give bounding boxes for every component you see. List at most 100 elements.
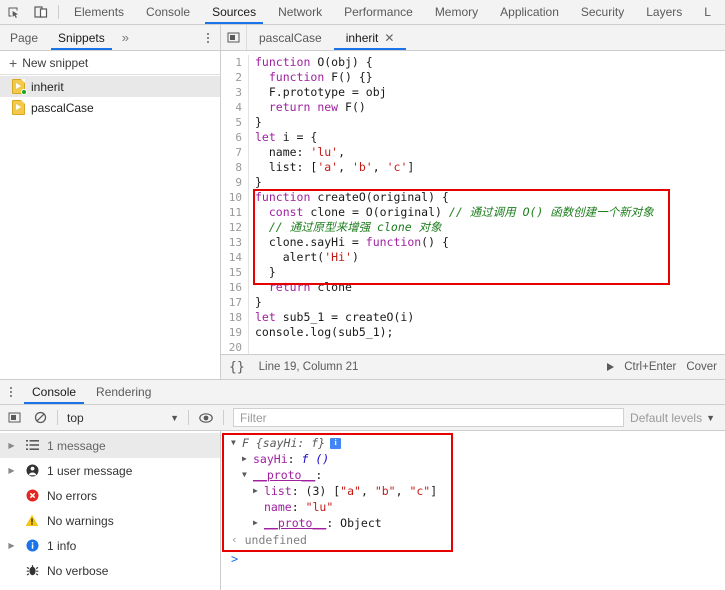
tab-sources[interactable]: Sources bbox=[201, 0, 267, 24]
code-line: 10 function createO(original) { bbox=[221, 190, 725, 205]
property-token: name bbox=[264, 500, 292, 514]
line-number[interactable]: 4 bbox=[221, 100, 249, 115]
collapse-navigator-icon[interactable] bbox=[221, 25, 247, 50]
line-number[interactable]: 13 bbox=[221, 235, 249, 250]
console-sidebar-item[interactable]: No errors bbox=[0, 483, 220, 508]
console-property-row[interactable]: name: "lu" bbox=[221, 499, 725, 515]
nav-tab-page[interactable]: Page bbox=[0, 25, 48, 50]
snippet-list: inherit pascalCase bbox=[0, 75, 220, 379]
nav-tab-label: Page bbox=[10, 30, 39, 45]
toolbar-divider bbox=[57, 410, 58, 425]
console-property-row[interactable]: ▶ sayHi: f () bbox=[221, 451, 725, 467]
snippet-file-icon bbox=[12, 79, 27, 95]
expand-triangle-icon[interactable]: ▶ bbox=[6, 466, 17, 475]
expand-triangle-icon[interactable]: ▶ bbox=[6, 541, 17, 550]
line-number[interactable]: 9 bbox=[221, 175, 249, 190]
line-number[interactable]: 5 bbox=[221, 115, 249, 130]
line-number[interactable]: 14 bbox=[221, 250, 249, 265]
console-output[interactable]: ▼ F {sayHi: f} i ▶ sayHi: f () ▼ __proto__:… bbox=[221, 431, 725, 590]
tab-memory[interactable]: Memory bbox=[424, 0, 489, 24]
tab-lighthouse[interactable]: L bbox=[693, 0, 722, 24]
kebab-dots bbox=[10, 387, 12, 397]
expand-triangle-icon[interactable]: ▶ bbox=[253, 483, 264, 499]
expand-triangle-icon[interactable]: ▶ bbox=[253, 515, 264, 531]
line-number[interactable]: 12 bbox=[221, 220, 249, 235]
expand-triangle-icon[interactable]: ▼ bbox=[231, 435, 242, 451]
tab-security[interactable]: Security bbox=[570, 0, 635, 24]
console-sidebar-item[interactable]: No verbose bbox=[0, 558, 220, 583]
code-text: function F() {} bbox=[268, 70, 373, 84]
live-expression-icon[interactable] bbox=[194, 406, 218, 430]
editor-tab-inherit[interactable]: inherit ✕ bbox=[333, 25, 407, 50]
coverage-label[interactable]: Cover bbox=[686, 361, 717, 373]
drawer-tab-label: Rendering bbox=[96, 385, 152, 399]
console-sidebar-item[interactable]: ▶ 1 message bbox=[0, 433, 220, 458]
pretty-print-icon[interactable]: {} bbox=[229, 360, 245, 375]
expand-triangle-icon[interactable]: ▶ bbox=[242, 451, 253, 467]
list-item[interactable]: inherit bbox=[0, 76, 220, 97]
line-number[interactable]: 10 bbox=[221, 190, 249, 205]
navigator-menu-icon[interactable] bbox=[196, 25, 220, 50]
nav-more-tabs-icon[interactable]: » bbox=[115, 25, 136, 50]
new-snippet-button[interactable]: + New snippet bbox=[0, 51, 220, 75]
console-sidebar-item[interactable]: ▶ 1 info bbox=[0, 533, 220, 558]
expand-triangle-icon[interactable]: ▼ bbox=[242, 467, 253, 483]
line-number[interactable]: 17 bbox=[221, 295, 249, 310]
run-snippet-icon[interactable] bbox=[607, 363, 615, 371]
info-icon[interactable]: i bbox=[330, 437, 342, 449]
line-number[interactable]: 2 bbox=[221, 70, 249, 85]
line-number[interactable]: 15 bbox=[221, 265, 249, 280]
drawer-tab-rendering[interactable]: Rendering bbox=[86, 380, 161, 404]
drawer-tab-console[interactable]: Console bbox=[22, 380, 86, 404]
close-icon[interactable]: ✕ bbox=[384, 32, 394, 44]
console-prompt[interactable]: > bbox=[221, 549, 725, 569]
inspect-cursor-icon[interactable] bbox=[0, 0, 27, 24]
line-number[interactable]: 7 bbox=[221, 145, 249, 160]
code-text: } bbox=[255, 175, 262, 189]
line-number[interactable]: 8 bbox=[221, 160, 249, 175]
code-editor[interactable]: 1 function O(obj) {2 function F() {} 3 F.p… bbox=[221, 51, 725, 354]
line-number[interactable]: 16 bbox=[221, 280, 249, 295]
tab-label: Sources bbox=[212, 5, 257, 19]
log-levels-dropdown[interactable]: Default levels ▼ bbox=[630, 411, 723, 425]
tab-performance[interactable]: Performance bbox=[333, 0, 424, 24]
line-number[interactable]: 6 bbox=[221, 130, 249, 145]
execution-context-select[interactable]: top ▼ bbox=[63, 408, 183, 428]
code-line: 3 F.prototype = obj bbox=[221, 85, 725, 100]
run-shortcut-label: Ctrl+Enter bbox=[624, 361, 677, 373]
code-lines: 1 function O(obj) {2 function F() {} 3 F.p… bbox=[221, 55, 725, 354]
drawer-menu-icon[interactable] bbox=[0, 380, 22, 404]
filter-input[interactable]: Filter bbox=[233, 408, 625, 427]
console-object-header[interactable]: ▼ F {sayHi: f} i bbox=[221, 435, 725, 451]
tab-network[interactable]: Network bbox=[267, 0, 333, 24]
device-toolbar-icon[interactable] bbox=[27, 0, 54, 24]
console-property-row[interactable]: ▶ list: (3) ["a", "b", "c"] bbox=[221, 483, 725, 499]
line-number[interactable]: 3 bbox=[221, 85, 249, 100]
tab-console[interactable]: Console bbox=[135, 0, 201, 24]
line-number[interactable]: 18 bbox=[221, 310, 249, 325]
property-token: : bbox=[291, 500, 306, 514]
clear-console-icon[interactable] bbox=[28, 406, 52, 430]
tab-layers[interactable]: Layers bbox=[635, 0, 693, 24]
nav-tab-snippets[interactable]: Snippets bbox=[48, 25, 115, 50]
tab-application[interactable]: Application bbox=[489, 0, 570, 24]
expand-triangle-icon[interactable]: ▶ bbox=[6, 441, 17, 450]
line-number[interactable]: 20 bbox=[221, 340, 249, 354]
console-sidebar-label: 1 user message bbox=[47, 463, 133, 478]
console-property-row[interactable]: ▶ __proto__: Object bbox=[221, 515, 725, 531]
console-property-row[interactable]: ▼ __proto__: bbox=[221, 467, 725, 483]
sidebar-toggle-icon[interactable] bbox=[2, 406, 26, 430]
plus-icon: + bbox=[9, 54, 18, 71]
console-sidebar: ▶ 1 message ▶ 1 user message No errors No war… bbox=[0, 431, 221, 590]
line-number[interactable]: 11 bbox=[221, 205, 249, 220]
tab-elements[interactable]: Elements bbox=[63, 0, 135, 24]
console-sidebar-item[interactable]: ▶ 1 user message bbox=[0, 458, 220, 483]
snippet-name: inherit bbox=[31, 79, 64, 94]
list-item[interactable]: pascalCase bbox=[0, 97, 220, 118]
console-sidebar-item[interactable]: No warnings bbox=[0, 508, 220, 533]
line-number[interactable]: 1 bbox=[221, 55, 249, 70]
code-text: } bbox=[255, 115, 262, 129]
line-number[interactable]: 19 bbox=[221, 325, 249, 340]
editor-tab-pascalcase[interactable]: pascalCase bbox=[247, 25, 334, 50]
code-line: 9} bbox=[221, 175, 725, 190]
